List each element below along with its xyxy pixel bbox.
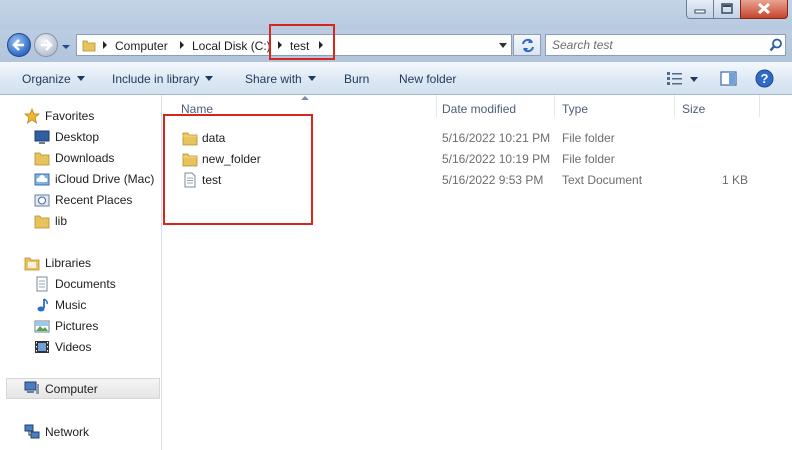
breadcrumb-computer[interactable]: Computer [115,39,168,53]
recent-pages-chevron-down-icon[interactable] [61,42,71,52]
breadcrumb-separator-icon[interactable] [103,41,107,49]
preview-pane-icon[interactable] [720,71,738,87]
pictures-icon [34,320,50,333]
title-bar [0,0,792,30]
forward-button[interactable] [34,33,58,57]
help-icon[interactable]: ? [755,69,774,88]
column-divider[interactable] [436,95,437,117]
share-with-button[interactable]: Share with [245,72,316,86]
music-icon [37,298,48,312]
desktop-icon [34,130,50,144]
breadcrumb-local-disk[interactable]: Local Disk (C:) [192,39,271,53]
column-header-size[interactable]: Size [682,102,705,116]
new-folder-button[interactable]: New folder [399,72,456,86]
folder-icon [34,215,50,229]
back-arrow-icon [12,39,24,51]
search-input[interactable] [552,38,762,52]
sidebar-computer[interactable]: Computer [6,378,160,399]
chevron-down-icon [76,76,85,81]
file-date-modified: 5/16/2022 10:21 PM [442,131,551,145]
forward-arrow-icon [41,39,53,51]
icloud-drive-icon [34,173,50,186]
column-divider[interactable] [554,95,555,117]
minimize-button[interactable] [686,0,714,19]
organize-button[interactable]: Organize [22,72,85,86]
folder-icon [34,152,50,166]
videos-icon [35,341,49,353]
include-in-library-button[interactable]: Include in library [112,72,214,86]
libraries-icon [24,257,40,271]
close-icon [757,2,771,15]
maximize-button[interactable] [713,0,741,19]
navigation-pane: Favorites Desktop Downloads iCloud Drive… [0,95,162,450]
file-size: 1 KB [721,173,748,187]
documents-icon [36,276,48,292]
breadcrumb-separator-icon[interactable] [180,41,184,49]
file-date-modified: 5/16/2022 9:53 PM [442,173,544,187]
recent-places-icon [34,194,50,207]
svg-text:?: ? [761,71,769,86]
folder-icon [82,40,96,52]
sort-ascending-icon [301,96,309,100]
chevron-down-icon [205,76,214,81]
change-view-icon[interactable] [666,71,684,86]
close-button[interactable] [740,0,788,19]
back-button[interactable] [7,33,31,57]
column-header-date-modified[interactable]: Date modified [442,102,516,116]
chevron-down-icon [307,76,316,81]
file-type: File folder [562,131,615,145]
refresh-button[interactable] [513,34,541,56]
file-date-modified: 5/16/2022 10:19 PM [442,152,551,166]
column-header-type[interactable]: Type [562,102,588,116]
file-type: Text Document [562,173,643,187]
command-bar: Organize Include in library Share with B… [0,62,792,95]
burn-button[interactable]: Burn [344,72,369,86]
view-options-chevron-down-icon[interactable] [690,77,698,82]
address-history-chevron-down-icon[interactable] [499,43,507,48]
star-icon [24,108,40,124]
file-type: File folder [562,152,615,166]
highlight-box [163,114,313,225]
computer-icon [24,381,39,394]
minimize-icon [694,9,706,14]
navigation-bar: Computer Local Disk (C:) test [0,30,792,62]
column-divider[interactable] [759,95,760,117]
search-box[interactable] [545,34,786,56]
maximize-icon [721,3,733,14]
network-icon [24,424,40,439]
column-divider[interactable] [674,95,675,117]
highlight-box [269,24,335,60]
search-icon[interactable] [769,38,783,52]
refresh-icon [522,38,534,53]
